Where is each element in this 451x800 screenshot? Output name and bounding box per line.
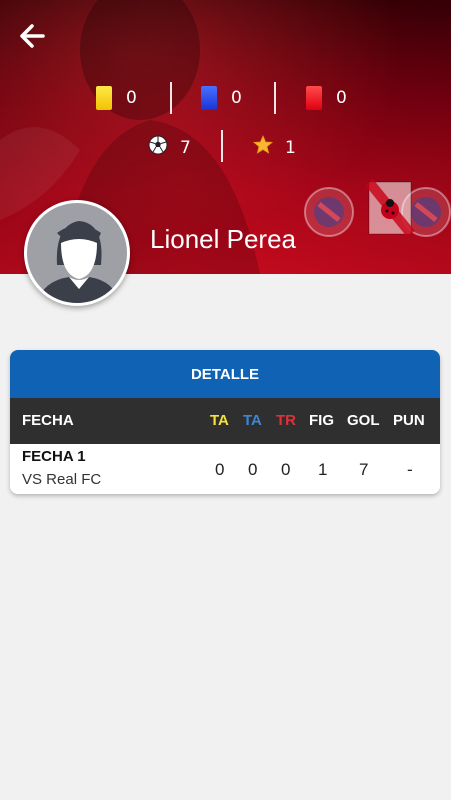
red-card-count: 0: [336, 88, 347, 108]
row-fecha: FECHA 1: [22, 448, 86, 465]
stat-divider: [170, 82, 172, 114]
blue-card-stat: 0: [201, 86, 242, 110]
table-header: FECHA TA TA TR FIG GOL PUN: [10, 398, 440, 444]
yellow-card-stat: 0: [96, 86, 137, 110]
table-row[interactable]: FECHA 1 VS Real FC 0 0 0 1 7 -: [10, 444, 440, 494]
row-blue-cards: 0: [248, 460, 258, 479]
row-pun: -: [407, 460, 413, 479]
table-title: DETALLE: [10, 350, 440, 398]
goals-count: 7: [180, 137, 191, 158]
avatar: [24, 200, 130, 306]
soccer-ball-icon: [148, 135, 168, 160]
default-avatar-icon: [27, 203, 127, 303]
player-name: Lionel Perea: [150, 224, 296, 254]
red-card-stat: 0: [306, 86, 347, 110]
column-header-red-cards: TR: [276, 412, 296, 429]
stars-count: 1: [285, 137, 296, 158]
column-header-gol: GOL: [347, 412, 380, 429]
yellow-card-count: 0: [126, 88, 137, 108]
column-header-pun: PUN: [393, 412, 425, 429]
star-icon: [252, 134, 274, 160]
goals-stat: 7: [148, 135, 191, 160]
row-fig: 1: [318, 460, 328, 479]
yellow-card-icon: [96, 86, 112, 110]
row-yellow-cards: 0: [215, 460, 225, 479]
arrow-left-icon: [20, 24, 45, 48]
stat-divider: [221, 130, 223, 162]
column-header-blue-cards: TA: [243, 412, 262, 429]
row-red-cards: 0: [281, 460, 291, 479]
column-header-fecha: FECHA: [22, 412, 74, 429]
blue-card-icon: [201, 86, 217, 110]
back-button[interactable]: [18, 22, 46, 50]
column-header-fig: FIG: [309, 412, 334, 429]
red-card-icon: [306, 86, 322, 110]
row-gol: 7: [359, 460, 369, 479]
column-header-yellow-cards: TA: [210, 412, 229, 429]
detail-table: DETALLE FECHA TA TA TR FIG GOL PUN FECHA…: [10, 350, 440, 494]
row-opponent: VS Real FC: [22, 471, 102, 488]
stars-stat: 1: [252, 134, 296, 160]
stat-divider: [274, 82, 276, 114]
blue-card-count: 0: [231, 88, 242, 108]
